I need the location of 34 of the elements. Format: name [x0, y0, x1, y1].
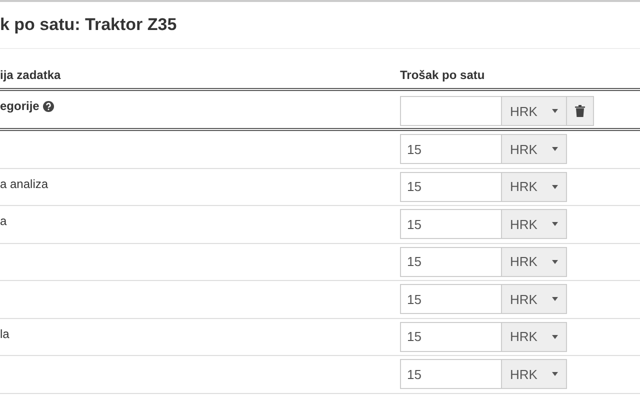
currency-select[interactable]: HRK	[502, 96, 567, 126]
currency-select[interactable]: HRK	[502, 209, 567, 240]
task-category-label: la	[0, 326, 10, 340]
task-category-label: a	[0, 213, 8, 228]
cost-input[interactable]: 15	[400, 209, 502, 240]
currency-select[interactable]: HRK	[502, 246, 567, 277]
cost-input[interactable]: 15	[400, 359, 502, 390]
trash-icon	[575, 105, 585, 117]
cost-input[interactable]: 15	[400, 284, 502, 314]
currency-select[interactable]: HRK	[502, 172, 567, 202]
cost-input[interactable]: 15	[400, 322, 502, 352]
cost-input[interactable]: 15	[400, 172, 502, 202]
column-header: ija zadatka	[0, 68, 62, 82]
caret-icon	[552, 222, 558, 226]
caret-icon	[552, 109, 558, 113]
category-label: egorije	[0, 91, 400, 113]
delete-button[interactable]	[567, 96, 594, 126]
page-title: k po satu: Traktor Z35	[0, 15, 177, 35]
cost-input[interactable]	[400, 96, 502, 126]
column-header: Trošak po satu	[400, 68, 486, 82]
cost-input[interactable]: 15	[400, 134, 502, 164]
currency-select[interactable]: HRK	[502, 322, 567, 352]
help-icon[interactable]	[43, 100, 54, 112]
caret-icon	[552, 184, 558, 189]
caret-icon	[552, 147, 558, 152]
currency-select[interactable]: HRK	[502, 284, 567, 314]
currency-select[interactable]: HRK	[502, 359, 567, 390]
caret-icon	[552, 297, 558, 302]
caret-icon	[552, 260, 558, 264]
caret-icon	[552, 334, 558, 339]
task-category-label: a analiza	[0, 176, 50, 190]
currency-select[interactable]: HRK	[502, 134, 567, 164]
cost-input[interactable]: 15	[400, 246, 502, 277]
caret-icon	[552, 372, 558, 376]
